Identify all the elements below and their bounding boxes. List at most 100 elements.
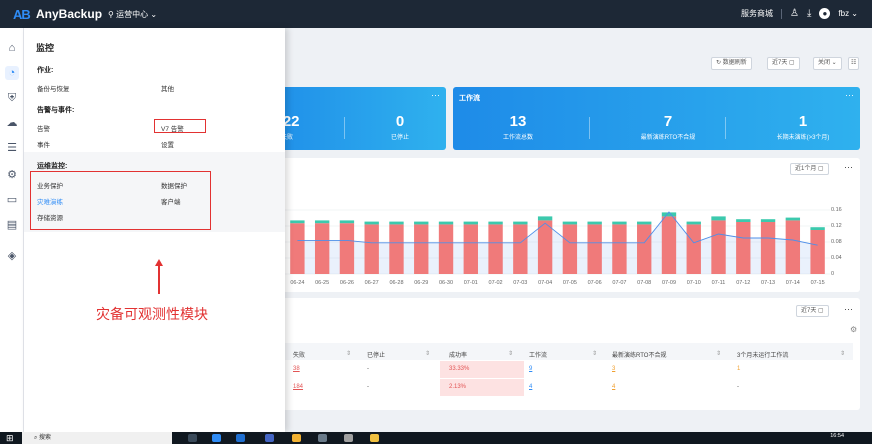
chart-bar[interactable] <box>686 224 701 274</box>
table-cell-workflow[interactable]: 9 <box>529 366 532 372</box>
chart-bar[interactable] <box>364 224 379 274</box>
sort-icon[interactable]: ⇕ <box>508 350 513 357</box>
settings-icon[interactable]: ⚙ <box>850 325 857 334</box>
download-icon[interactable]: ⤓ <box>807 8 811 19</box>
chart-bar-cap[interactable] <box>414 221 429 225</box>
sort-icon[interactable]: ⇕ <box>716 350 721 357</box>
refresh-button[interactable]: ↻ 数据刷新 <box>711 57 752 70</box>
chart-bar-cap[interactable] <box>810 227 825 230</box>
avatar[interactable]: ● <box>819 8 831 19</box>
table-cell-failed[interactable]: 184 <box>293 384 303 390</box>
menu-item-other[interactable]: 其他 <box>161 83 174 93</box>
chart-bar[interactable] <box>537 220 553 274</box>
chart-bar-cap[interactable] <box>711 216 726 221</box>
more-icon[interactable]: ··· <box>844 304 853 314</box>
gear-icon[interactable]: ⚙ <box>5 168 19 182</box>
table-cell-failed[interactable]: 38 <box>293 366 300 372</box>
more-icon[interactable]: ··· <box>431 90 440 100</box>
chart-bar[interactable] <box>587 224 602 274</box>
chart-bar-cap[interactable] <box>463 221 478 225</box>
chart-bar-cap[interactable] <box>513 221 528 225</box>
chart-bar-cap[interactable] <box>562 221 578 225</box>
storage-icon[interactable]: ☰ <box>5 141 19 155</box>
menu-item-alarm[interactable]: 告警 <box>37 123 50 133</box>
chart-bar-cap[interactable] <box>736 219 751 222</box>
chart-bar-cap[interactable] <box>661 212 677 217</box>
chrome-icon[interactable] <box>292 434 301 442</box>
app-icon[interactable] <box>318 434 327 442</box>
table-cell-workflow[interactable]: 4 <box>529 384 532 390</box>
sort-icon[interactable]: ⇕ <box>592 350 597 357</box>
more-icon[interactable]: ··· <box>845 90 854 100</box>
chart-bar[interactable] <box>637 224 652 274</box>
chart-bar-cap[interactable] <box>389 221 404 225</box>
chart-bar-cap[interactable] <box>760 219 776 222</box>
filter-button[interactable]: ☷ <box>848 57 860 70</box>
chart-bar[interactable] <box>488 224 503 274</box>
chart-bar[interactable] <box>414 224 429 274</box>
chart-bar-cap[interactable] <box>612 221 627 225</box>
close-dropdown[interactable]: 关闭 ⌄ <box>813 57 842 70</box>
chart-bar-cap[interactable] <box>637 221 652 225</box>
server-icon[interactable]: ▤ <box>5 218 19 232</box>
screen-icon[interactable]: ▭ <box>5 193 19 207</box>
chart-range-button[interactable]: 近1个月 ▢ <box>790 163 829 175</box>
windows-start-icon[interactable]: ⊞ <box>6 433 14 444</box>
user-menu[interactable]: fbz ⌄ <box>838 9 858 18</box>
chart-bar[interactable] <box>513 224 528 274</box>
layers-icon[interactable]: ◈ <box>5 249 19 263</box>
sort-icon[interactable]: ⇕ <box>346 350 351 357</box>
cloud-icon[interactable]: ☁ <box>5 116 19 130</box>
chart-bar-cap[interactable] <box>314 220 330 224</box>
col-failed[interactable]: 失败 <box>293 350 305 359</box>
sort-icon[interactable]: ⇕ <box>425 350 430 357</box>
col-success-rate[interactable]: 成功率 <box>449 350 467 359</box>
home-icon[interactable]: ⌂ <box>5 41 19 55</box>
col-no-run[interactable]: 3个月未运行工作流 <box>737 350 788 359</box>
folder-icon[interactable] <box>370 434 379 442</box>
col-stopped[interactable]: 已停止 <box>367 350 385 359</box>
chart-bar[interactable] <box>438 224 454 274</box>
edge-icon[interactable] <box>212 434 221 442</box>
location-selector[interactable]: ⚲ 运营中心 ⌄ <box>108 9 157 20</box>
chart-bar-cap[interactable] <box>364 221 379 225</box>
date-range-button[interactable]: 近7天 ▢ <box>767 57 800 70</box>
chart-bar-cap[interactable] <box>537 216 553 221</box>
table-range-button[interactable]: 近7天 ▢ <box>796 305 829 317</box>
chart-bar-cap[interactable] <box>438 221 454 225</box>
chart-bar[interactable] <box>736 222 751 274</box>
menu-item-event[interactable]: 事件 <box>37 139 50 149</box>
chart-bar[interactable] <box>290 223 305 274</box>
col-workflow[interactable]: 工作流 <box>529 350 547 359</box>
table-cell-rto[interactable]: 3 <box>612 366 615 372</box>
app-icon[interactable] <box>265 434 274 442</box>
chart-bar[interactable] <box>314 223 330 274</box>
monitor-icon[interactable]: ◔ <box>5 66 19 80</box>
chart-bar[interactable] <box>612 224 627 274</box>
app-icon[interactable] <box>344 434 353 442</box>
chart-bar[interactable] <box>339 223 355 274</box>
more-icon[interactable]: ··· <box>844 162 853 172</box>
chart-bar[interactable] <box>785 220 801 274</box>
chart-bar-cap[interactable] <box>488 221 503 225</box>
table-cell-rto[interactable]: 4 <box>612 384 615 390</box>
chart-bar-cap[interactable] <box>339 220 355 224</box>
chart-bar[interactable] <box>562 224 578 274</box>
sort-icon[interactable]: ⇕ <box>840 350 845 357</box>
vscode-icon[interactable] <box>236 434 245 442</box>
chart-bar[interactable] <box>711 220 726 274</box>
col-rto[interactable]: 最新演练RTO不合规 <box>612 350 666 359</box>
chart-bar[interactable] <box>810 230 825 274</box>
user-manage-icon[interactable]: ♙ <box>790 8 799 19</box>
chart-bar-cap[interactable] <box>290 220 305 224</box>
menu-item-settings[interactable]: 设置 <box>161 139 174 149</box>
chart-bar[interactable] <box>760 222 776 274</box>
chart-bar[interactable] <box>463 224 478 274</box>
task-view-icon[interactable] <box>188 434 197 442</box>
chart-bar[interactable] <box>661 216 677 274</box>
protect-icon[interactable]: ⛨ <box>5 91 19 105</box>
chart-bar-cap[interactable] <box>785 217 801 221</box>
service-store-link[interactable]: 服务商城 <box>741 8 773 19</box>
taskbar-search[interactable]: ⌕ 搜索 <box>22 432 172 444</box>
chart-bar[interactable] <box>389 224 404 274</box>
